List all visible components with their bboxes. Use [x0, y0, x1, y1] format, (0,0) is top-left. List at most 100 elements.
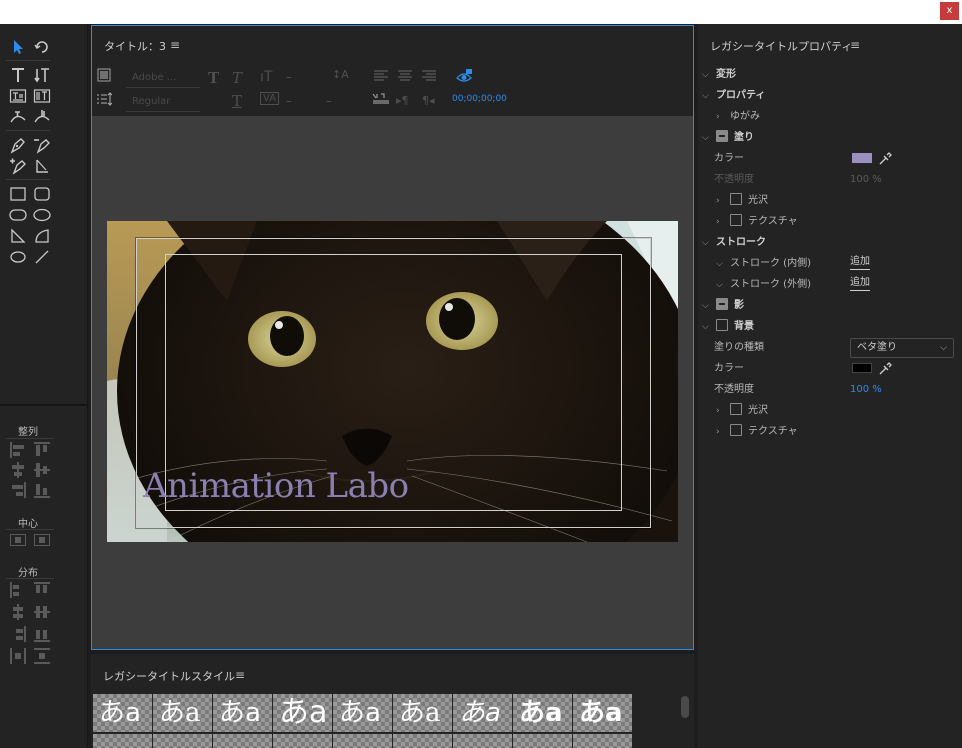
vertical-type-tool[interactable] [30, 64, 54, 85]
bg-texture-section[interactable]: › テクスチャ [716, 422, 798, 442]
vertical-area-type-tool[interactable] [30, 85, 54, 106]
add-outer-stroke-link[interactable]: 追加 [850, 273, 870, 293]
selection-tool[interactable] [6, 36, 30, 57]
delete-anchor-tool[interactable] [30, 134, 54, 155]
underline-icon[interactable]: T [232, 92, 242, 110]
fill-color-label: カラー [714, 153, 744, 164]
properties-section[interactable]: ⌵ プロパティ [702, 86, 765, 106]
style-swatch[interactable] [153, 734, 212, 748]
tab-stops-icon[interactable] [372, 92, 390, 110]
style-swatch[interactable]: あa [573, 694, 632, 732]
title-panel-menu-icon[interactable]: ≡ [170, 38, 180, 52]
paragraph-rtl-icon[interactable]: ¶◂ [422, 94, 435, 107]
align-divider [6, 438, 54, 439]
template-icon[interactable] [97, 68, 111, 86]
bg-opacity-value[interactable]: 100 % [850, 380, 882, 400]
rectangle-tool[interactable] [6, 183, 30, 204]
arc-tool[interactable] [30, 225, 54, 246]
style-swatch[interactable]: あa [153, 694, 212, 732]
style-swatch[interactable] [93, 734, 152, 748]
chevron-down-icon: ⌵ [702, 70, 709, 80]
font-size-value[interactable]: – [286, 70, 292, 84]
vertical-type-icon [34, 67, 49, 82]
distribute-h-space-icon [10, 648, 26, 664]
eyedropper-icon[interactable] [878, 152, 892, 166]
style-swatch[interactable] [333, 734, 392, 748]
path-type-tool[interactable] [6, 106, 30, 127]
shadow-checkbox[interactable] [716, 298, 728, 310]
bg-sheen-section[interactable]: › 光沢 [716, 401, 768, 421]
bg-texture-checkbox[interactable] [730, 424, 742, 436]
pen-tool[interactable] [6, 134, 30, 155]
strokes-section[interactable]: ⌵ ストローク [702, 233, 766, 253]
add-inner-stroke-link[interactable]: 追加 [850, 252, 870, 272]
distort-section[interactable]: › ゆがみ [716, 107, 760, 127]
title-text-object[interactable]: Animation Labo [143, 466, 409, 506]
sheen-checkbox[interactable] [730, 193, 742, 205]
rounded-rectangle-tool[interactable] [6, 204, 30, 225]
inner-stroke-row[interactable]: ⌵ ストローク (内側) [716, 254, 811, 274]
texture-checkbox[interactable] [730, 214, 742, 226]
bg-sheen-checkbox[interactable] [730, 403, 742, 415]
style-swatch[interactable]: あa [393, 694, 452, 732]
leading-value[interactable]: – [326, 94, 332, 108]
style-swatch[interactable]: あa [333, 694, 392, 732]
bold-icon[interactable]: T [208, 69, 219, 87]
ellipse-rect-tool[interactable] [30, 204, 54, 225]
style-swatch[interactable] [213, 734, 272, 748]
paragraph-ltr-icon[interactable]: ▸¶ [396, 94, 409, 107]
transform-section[interactable]: ⌵ 変形 [702, 65, 736, 85]
properties-panel-menu-icon[interactable]: ≡ [850, 38, 860, 52]
ellipse-tool[interactable] [6, 246, 30, 267]
line-spacing-icon[interactable] [96, 92, 113, 110]
style-swatch[interactable] [453, 734, 512, 748]
convert-anchor-tool[interactable] [30, 155, 54, 176]
texture-section[interactable]: › テクスチャ [716, 212, 798, 232]
style-swatch[interactable]: あa [93, 694, 152, 732]
properties-panel: レガシータイトルプロパティ ≡ ⌵ 変形 ⌵ プロパティ › ゆがみ ⌵ 塗り カラー … [698, 24, 962, 748]
timecode[interactable]: 00;00;00;00 [452, 94, 507, 104]
align-text-left-icon[interactable] [374, 70, 388, 86]
background-section[interactable]: ⌵ 背景 [702, 317, 754, 337]
style-swatch[interactable]: あa [213, 694, 272, 732]
title-canvas[interactable]: Animation Labo [92, 116, 693, 649]
kerning-value[interactable]: – [286, 94, 292, 108]
wedge-tool[interactable] [6, 225, 30, 246]
styles-panel-menu-icon[interactable]: ≡ [235, 668, 245, 682]
shadow-section[interactable]: ⌵ 影 [702, 296, 744, 316]
add-anchor-tool[interactable] [6, 155, 30, 176]
area-type-tool[interactable] [6, 85, 30, 106]
clipped-rectangle-tool[interactable] [30, 183, 54, 204]
styles-scrollbar[interactable] [681, 696, 689, 718]
style-swatch[interactable]: あa [513, 694, 572, 732]
bg-color-swatch[interactable] [852, 363, 872, 373]
type-tool[interactable] [6, 64, 30, 85]
outer-stroke-row[interactable]: ⌵ ストローク (外側) [716, 275, 811, 295]
align-text-center-icon[interactable] [398, 70, 412, 86]
line-tool[interactable] [30, 246, 54, 267]
close-button[interactable]: x [940, 2, 959, 20]
sheen-section[interactable]: › 光沢 [716, 191, 768, 211]
align-text-right-icon[interactable] [422, 70, 436, 86]
chevron-right-icon: › [716, 217, 720, 227]
fill-section[interactable]: ⌵ 塗り [702, 128, 754, 148]
background-checkbox[interactable] [716, 319, 728, 331]
vertical-area-type-icon [33, 88, 51, 103]
italic-icon[interactable]: T [232, 69, 242, 87]
fill-type-select[interactable]: ベタ塗り ⌵ [850, 338, 954, 358]
style-swatch[interactable] [513, 734, 572, 748]
fill-opacity-value[interactable]: 100 % [850, 170, 882, 190]
fill-color-swatch[interactable] [852, 153, 872, 163]
font-style-dropdown[interactable]: Regular [126, 92, 200, 112]
style-swatch[interactable] [573, 734, 632, 748]
style-swatch[interactable] [273, 734, 332, 748]
style-swatch[interactable]: あa [273, 694, 332, 732]
show-video-icon[interactable] [456, 68, 472, 88]
fill-checkbox[interactable] [716, 130, 728, 142]
eyedropper-icon[interactable] [878, 362, 892, 376]
style-swatch[interactable]: あa [453, 694, 512, 732]
rotation-tool[interactable] [30, 36, 54, 57]
style-swatch[interactable] [393, 734, 452, 748]
font-family-dropdown[interactable]: Adobe ... [126, 68, 200, 88]
vertical-path-type-tool[interactable] [30, 106, 54, 127]
